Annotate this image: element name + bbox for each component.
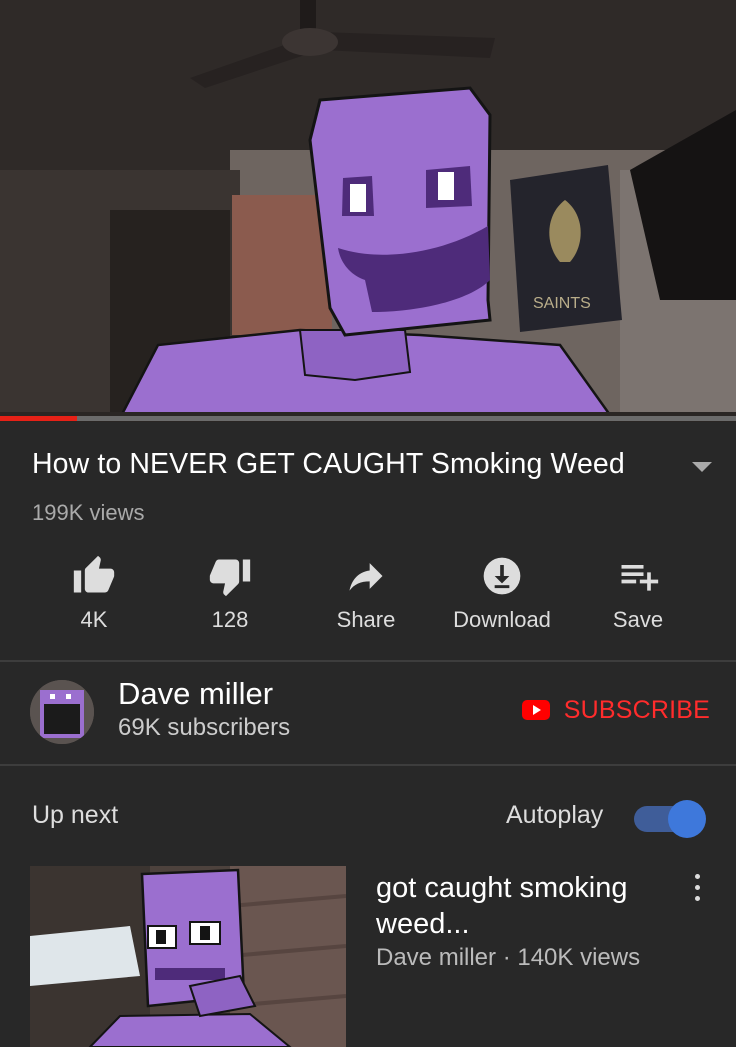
subscriber-count: 69K subscribers — [118, 714, 291, 741]
progress-bar[interactable] — [0, 416, 736, 421]
share-button[interactable]: Share — [298, 552, 434, 642]
up-next-video-item[interactable]: got caught smoking weed... Dave miller ·… — [0, 866, 736, 1047]
up-next-heading: Up next — [32, 801, 119, 829]
download-icon — [483, 557, 521, 595]
thumbs-down-icon — [209, 559, 251, 597]
autoplay-toggle[interactable] — [634, 800, 706, 838]
save-label: Save — [612, 607, 664, 632]
thumbs-up-icon — [73, 555, 115, 593]
dot — [695, 885, 700, 890]
up-next-video-title[interactable]: got caught smoking weed... — [376, 870, 676, 942]
avatar-image — [30, 680, 94, 744]
dot — [695, 896, 700, 901]
video-player[interactable]: SAINTS — [0, 0, 736, 422]
up-next-video-meta: Dave miller · 140K views — [376, 944, 641, 971]
subscribe-label: SUBSCRIBE — [563, 695, 710, 724]
add-to-playlist-icon — [621, 565, 659, 591]
progress-fill — [0, 416, 78, 421]
video-title-row[interactable]: How to NEVER GET CAUGHT Smoking Weed — [32, 448, 722, 488]
channel-name[interactable]: Dave miller — [118, 676, 273, 712]
action-bar: 4K 128 Share Download Save — [26, 552, 706, 642]
download-label: Download — [453, 607, 551, 632]
share-icon — [349, 563, 383, 591]
poster-text: SAINTS — [533, 295, 591, 312]
save-button[interactable]: Save — [570, 552, 706, 642]
thumbnail-image — [30, 866, 346, 1047]
subscribe-button[interactable]: SUBSCRIBE — [521, 692, 710, 728]
toggle-knob — [668, 800, 706, 838]
youtube-logo-icon — [521, 700, 550, 720]
like-button[interactable]: 4K — [26, 552, 162, 642]
divider — [0, 764, 736, 766]
channel-avatar[interactable] — [30, 680, 94, 744]
dot — [695, 874, 700, 879]
dislike-button[interactable]: 128 — [162, 552, 298, 642]
video-thumbnail[interactable] — [30, 866, 346, 1047]
more-options-icon[interactable] — [690, 870, 704, 904]
video-title: How to NEVER GET CAUGHT Smoking Weed — [32, 448, 625, 480]
autoplay-label: Autoplay — [506, 801, 604, 829]
expand-description-icon[interactable] — [692, 462, 712, 472]
video-frame: SAINTS — [0, 0, 736, 422]
dislike-count: 128 — [211, 607, 249, 632]
channel-row: Dave miller 69K subscribers SUBSCRIBE — [0, 662, 736, 764]
view-count: 199K views — [32, 500, 145, 525]
download-button[interactable]: Download — [434, 552, 570, 642]
like-count: 4K — [80, 607, 108, 632]
share-label: Share — [336, 607, 396, 632]
